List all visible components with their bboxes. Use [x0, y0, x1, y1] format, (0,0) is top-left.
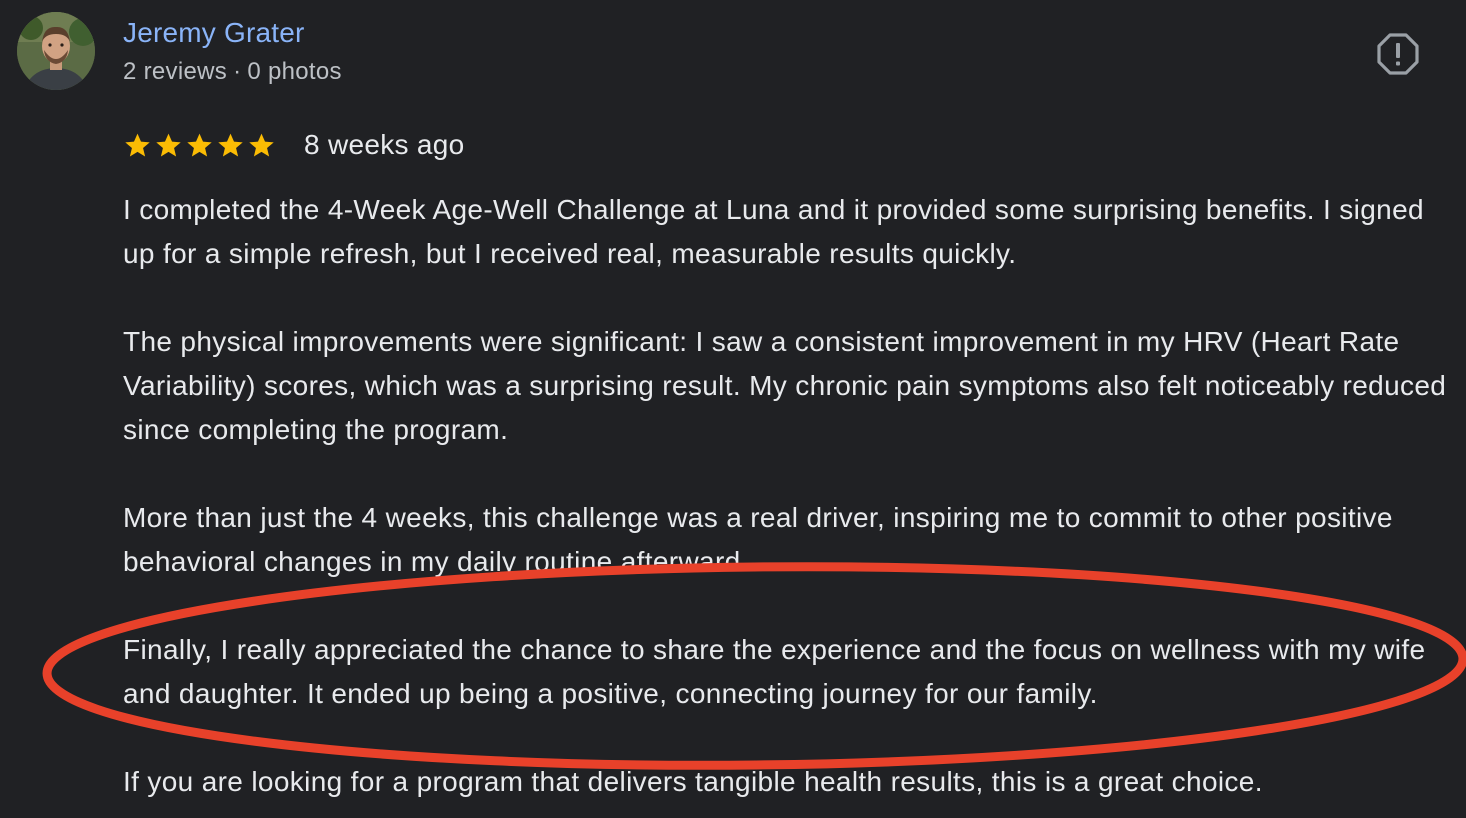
review-paragraph: Finally, I really appreciated the chance… — [123, 634, 1426, 709]
rating-row: 8 weeks ago — [123, 126, 465, 164]
author-meta: 2 reviews · 0 photos — [123, 57, 342, 87]
star-rating — [123, 131, 276, 160]
review-date: 8 weeks ago — [304, 129, 465, 160]
photos-count: 0 photos — [247, 58, 342, 85]
author-avatar[interactable] — [17, 12, 95, 90]
star-icon — [249, 133, 274, 156]
review-text: I completed the 4-Week Age-Well Challeng… — [123, 188, 1458, 804]
author-name[interactable]: Jeremy Grater — [123, 15, 305, 51]
star-icon — [218, 133, 243, 156]
meta-separator: · — [233, 58, 242, 85]
review-card: Jeremy Grater 2 reviews · 0 photos 8 weeks… — [0, 0, 1466, 818]
star-icon — [187, 133, 212, 156]
review-paragraph: More than just the 4 weeks, this challen… — [123, 502, 1393, 577]
review-paragraph: If you are looking for a program that de… — [123, 766, 1263, 797]
star-icon — [156, 133, 181, 156]
reviews-count: 2 reviews — [123, 58, 228, 85]
review-paragraph: I completed the 4-Week Age-Well Challeng… — [123, 194, 1424, 269]
star-icon — [125, 133, 150, 156]
report-icon — [1377, 33, 1419, 75]
report-review-button[interactable] — [1376, 32, 1420, 76]
avatar-photo-icon — [17, 12, 95, 90]
review-paragraph: The physical improvements were significa… — [123, 326, 1447, 445]
